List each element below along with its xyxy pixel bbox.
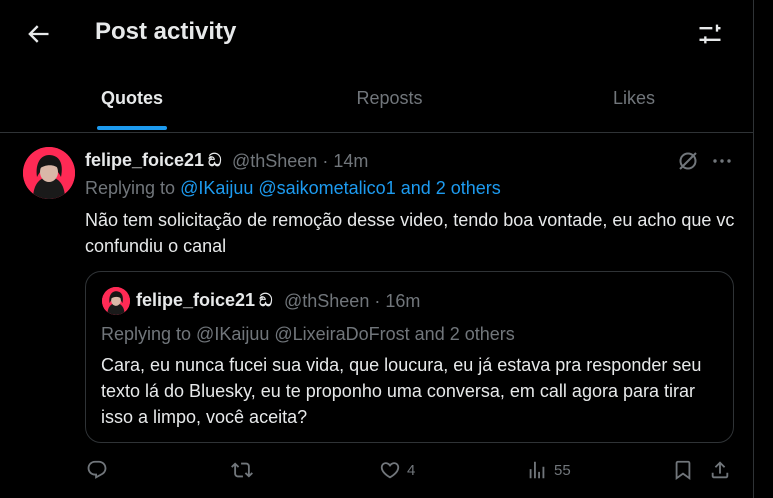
grok-button[interactable]	[676, 149, 700, 173]
views-count: 55	[554, 461, 571, 479]
active-tab-indicator	[97, 126, 167, 130]
reply-icon	[87, 460, 107, 479]
tab-likes[interactable]: Likes	[515, 64, 753, 132]
avatar[interactable]	[23, 147, 75, 199]
quoted-avatar	[102, 287, 130, 315]
like-count: 4	[407, 461, 416, 479]
author-handle-time: @thSheen · 14m	[232, 151, 368, 172]
post-time[interactable]: · 14m	[322, 151, 368, 171]
bookmark-button[interactable]	[672, 458, 694, 482]
tab-bar: Quotes Reposts Likes	[0, 64, 753, 133]
tab-reposts[interactable]: Reposts	[264, 64, 515, 132]
quoted-post[interactable]: felipe_foice21 ඞ @thSheen · 16m Replying …	[85, 271, 734, 443]
replying-to-links[interactable]: @IKaijuu @saikometalico1 and 2 others	[180, 178, 501, 198]
post-text: Não tem solicitação de remoção desse vid…	[85, 210, 735, 256]
bar-chart-icon	[529, 461, 545, 479]
grok-icon	[679, 152, 697, 170]
arrow-left-icon	[28, 25, 49, 43]
reply-button[interactable]	[86, 458, 114, 482]
quoted-handle-time: @thSheen · 16m	[284, 291, 421, 311]
sliders-icon	[699, 24, 721, 44]
page-title: Post activity	[95, 18, 237, 45]
author-handle[interactable]: @thSheen	[232, 151, 317, 171]
repost-icon	[231, 462, 253, 478]
back-button[interactable]	[24, 20, 52, 48]
share-icon	[711, 461, 729, 479]
replying-to: Replying to @IKaijuu @saikometalico1 and…	[85, 178, 501, 198]
badge-icon: ඞ	[208, 150, 222, 170]
tab-quotes[interactable]: Quotes	[0, 64, 264, 132]
views-button[interactable]: 55	[526, 458, 571, 482]
more-horizontal-icon	[713, 159, 731, 163]
badge-icon: ඞ	[259, 290, 273, 310]
filter-button[interactable]	[696, 20, 724, 48]
quoted-text: Cara, eu nunca fucei sua vida, que loucu…	[101, 355, 702, 427]
author-name[interactable]: felipe_foice21 ඞ	[85, 150, 221, 171]
quoted-author-name: felipe_foice21 ඞ	[136, 290, 273, 310]
heart-icon	[380, 462, 400, 479]
quoted-replying-to: Replying to @IKaijuu @LixeiraDoFrost and…	[101, 324, 515, 344]
repost-button[interactable]	[231, 458, 259, 482]
more-button[interactable]	[710, 149, 734, 173]
like-button[interactable]: 4	[379, 458, 415, 482]
page-header: Post activity	[0, 0, 753, 64]
bookmark-icon	[675, 460, 691, 481]
share-button[interactable]	[709, 458, 731, 482]
scrollbar-track[interactable]	[754, 0, 773, 498]
